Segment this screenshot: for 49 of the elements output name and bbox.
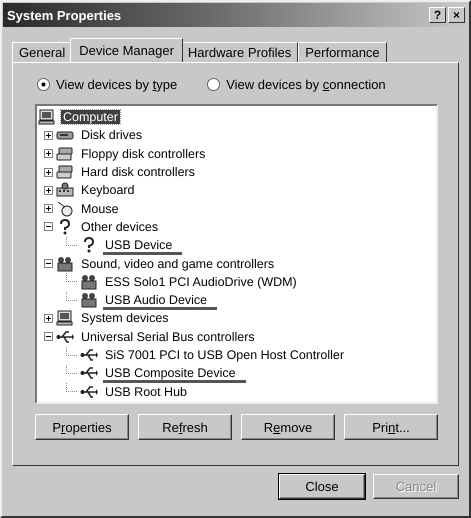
expand-icon[interactable] bbox=[44, 149, 53, 158]
keyboard-icon bbox=[56, 182, 74, 198]
tree-item[interactable]: Mouse bbox=[79, 202, 121, 216]
tree-item[interactable]: USB Composite Device bbox=[103, 366, 238, 380]
tree-item[interactable]: Sound, video and game controllers bbox=[79, 256, 276, 271]
expand-icon[interactable] bbox=[44, 130, 53, 140]
window-title: System Properties bbox=[7, 8, 122, 22]
radio-button[interactable] bbox=[37, 78, 50, 91]
expand-icon[interactable] bbox=[44, 186, 53, 195]
collapse-icon[interactable] bbox=[44, 332, 53, 342]
tree-item[interactable]: Keyboard bbox=[79, 183, 137, 198]
tab[interactable]: Device Manager bbox=[70, 38, 183, 62]
expand-icon[interactable] bbox=[44, 204, 53, 214]
usb-icon bbox=[80, 347, 98, 363]
tree-item[interactable]: USB Device bbox=[103, 238, 174, 252]
tree-item[interactable]: Disk drives bbox=[79, 128, 144, 142]
tree-item[interactable]: Computer bbox=[61, 110, 120, 124]
tree-item[interactable]: USB Audio Device bbox=[103, 293, 210, 308]
close-button[interactable]: × bbox=[448, 7, 465, 23]
action-button[interactable]: Properties bbox=[35, 414, 129, 440]
usb-icon bbox=[80, 365, 98, 382]
action-button[interactable]: Refresh bbox=[138, 414, 232, 440]
action-button[interactable]: Print... bbox=[344, 414, 438, 440]
tree-item[interactable]: Other devices bbox=[79, 220, 160, 234]
radio-button[interactable] bbox=[207, 78, 220, 91]
tree-item[interactable]: USB Root Hub bbox=[103, 384, 189, 399]
computer-icon bbox=[38, 109, 56, 126]
tree-item[interactable]: Universal Serial Bus controllers bbox=[79, 330, 257, 344]
mouse-icon bbox=[56, 200, 74, 217]
collapse-icon[interactable] bbox=[44, 259, 53, 268]
expand-icon[interactable] bbox=[44, 168, 53, 177]
computer-icon bbox=[56, 310, 74, 326]
close-dialog-button[interactable]: Close bbox=[279, 474, 365, 499]
tree-item[interactable]: System devices bbox=[79, 311, 171, 326]
radio-label[interactable]: View devices by type bbox=[56, 77, 178, 92]
tree-item[interactable]: SiS 7001 PCI to USB Open Host Controller bbox=[103, 348, 346, 362]
tree-item[interactable]: ESS Solo1 PCI AudioDrive (WDM) bbox=[103, 274, 299, 289]
usb-icon bbox=[80, 384, 98, 400]
help-button[interactable]: ? bbox=[429, 7, 446, 23]
usb-icon bbox=[56, 328, 74, 345]
tab[interactable]: General bbox=[12, 42, 72, 62]
tree-item[interactable]: Hard disk controllers bbox=[79, 165, 197, 180]
tree-item[interactable]: Floppy disk controllers bbox=[79, 146, 208, 161]
collapse-icon[interactable] bbox=[44, 222, 53, 232]
tab[interactable]: Performance bbox=[298, 42, 387, 62]
tab[interactable]: Hardware Profiles bbox=[180, 42, 298, 62]
radio-label[interactable]: View devices by connection bbox=[226, 77, 386, 92]
action-button[interactable]: Remove bbox=[241, 414, 335, 440]
expand-icon[interactable] bbox=[44, 314, 53, 323]
